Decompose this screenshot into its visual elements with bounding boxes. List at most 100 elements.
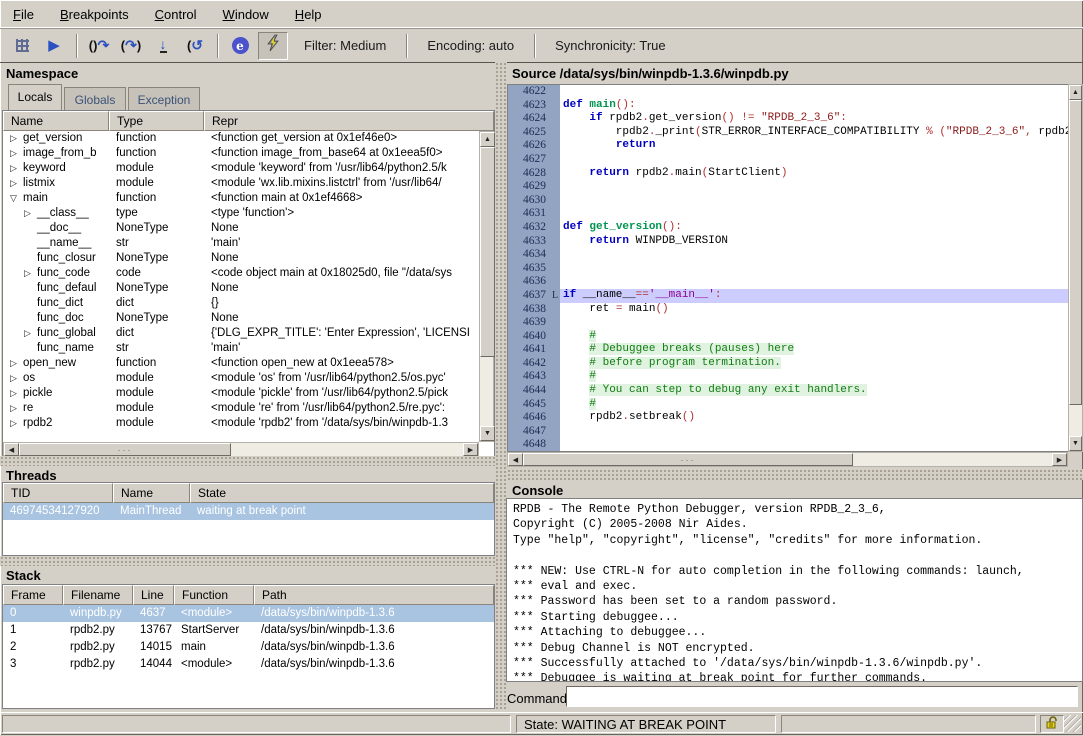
source-line[interactable]: 4634	[508, 248, 1082, 262]
namespace-row[interactable]: ▷func_globaldict{'DLG_EXPR_TITLE': 'Ente…	[3, 326, 479, 341]
tree-expander-icon[interactable]: ▽	[10, 193, 23, 204]
tree-expander-icon[interactable]: ▷	[10, 388, 23, 399]
source-line[interactable]: 4629	[508, 180, 1082, 194]
stack-list[interactable]: 0winpdb.py4637<module>/data/sys/bin/winp…	[3, 605, 494, 673]
scroll-up-icon[interactable]: ▲	[1069, 85, 1082, 100]
source-line[interactable]: 4624 if rpdb2.get_version() != "RPDB_2_3…	[508, 112, 1082, 126]
column-header-name[interactable]: Name	[3, 111, 109, 131]
tree-expander-icon[interactable]: ▷	[10, 148, 23, 159]
source-line[interactable]: 4622	[508, 85, 1082, 99]
source-line[interactable]: 4627	[508, 153, 1082, 167]
scroll-right-icon[interactable]: ▶	[1052, 453, 1067, 466]
source-line[interactable]: 4643 #	[508, 370, 1082, 384]
source-line[interactable]: 4640 #	[508, 330, 1082, 344]
column-header-type[interactable]: Type	[109, 111, 204, 131]
column-header-path[interactable]: Path	[254, 585, 494, 605]
namespace-row[interactable]: func_namestr'main'	[3, 341, 479, 356]
source-line[interactable]: 4642 # before program termination.	[508, 357, 1082, 371]
menu-item-control[interactable]: Control	[142, 7, 210, 22]
namespace-row[interactable]: ▷keywordmodule<module 'keyword' from '/u…	[3, 161, 479, 176]
namespace-row[interactable]: func_closurNoneTypeNone	[3, 251, 479, 266]
namespace-row[interactable]: ▷image_from_bfunction<function image_fro…	[3, 146, 479, 161]
tree-expander-icon[interactable]: ▷	[10, 163, 23, 174]
namespace-row[interactable]: func_dictdict{}	[3, 296, 479, 311]
source-line[interactable]: 4625 rpdb2._print(STR_ERROR_INTERFACE_CO…	[508, 126, 1082, 140]
tree-expander-icon[interactable]: ▷	[24, 328, 37, 339]
menu-item-file[interactable]: File	[0, 7, 47, 22]
namespace-row[interactable]: ▷rpdb2module<module 'rpdb2' from '/data/…	[3, 416, 479, 431]
hscroll-thumb[interactable]: ···	[19, 443, 231, 456]
tab-locals[interactable]: Locals	[8, 84, 62, 110]
source-console-splitter[interactable]	[507, 469, 1083, 480]
namespace-tree[interactable]: ▷get_versionfunction<function get_versio…	[3, 131, 479, 442]
tab-exception[interactable]: Exception	[128, 87, 200, 110]
vscroll-thumb[interactable]	[480, 147, 495, 357]
break-button[interactable]	[8, 33, 36, 59]
namespace-hscrollbar[interactable]: ◀ ··· ▶	[3, 442, 479, 457]
resize-grip[interactable]	[1064, 715, 1081, 732]
source-line[interactable]: 4637Lif __name__=='__main__':	[508, 289, 1082, 303]
step-into-button[interactable]: (↷)	[117, 33, 145, 59]
synchronicity-button[interactable]	[258, 32, 288, 60]
stack-frame-row[interactable]: 2rpdb2.py14015main/data/sys/bin/winpdb-1…	[3, 639, 494, 656]
threads-list[interactable]: 46974534127920MainThreadwaiting at break…	[3, 503, 494, 520]
source-line[interactable]: 4645 #	[508, 398, 1082, 412]
namespace-row[interactable]: ▷open_newfunction<function open_new at 0…	[3, 356, 479, 371]
goto-button[interactable]: (↺	[181, 33, 209, 59]
namespace-row[interactable]: ▷get_versionfunction<function get_versio…	[3, 131, 479, 146]
column-header-line[interactable]: Line	[133, 585, 174, 605]
column-header-state[interactable]: State	[190, 483, 494, 503]
hscroll-thumb[interactable]: ···	[523, 453, 853, 466]
tree-expander-icon[interactable]: ▷	[10, 403, 23, 414]
exception-button[interactable]: e	[226, 33, 254, 59]
column-header-frame[interactable]: Frame	[3, 585, 63, 605]
unlocked-padlock-icon[interactable]	[1045, 716, 1059, 733]
source-line[interactable]: 4635	[508, 262, 1082, 276]
stack-frame-row[interactable]: 3rpdb2.py14044<module>/data/sys/bin/winp…	[3, 656, 494, 673]
source-line[interactable]: 4630	[508, 194, 1082, 208]
tree-expander-icon[interactable]: ▷	[10, 178, 23, 189]
next-button[interactable]: ()↷	[85, 33, 113, 59]
scroll-left-icon[interactable]: ◀	[4, 443, 19, 456]
namespace-row[interactable]: ▽mainfunction<function main at 0x1ef4668…	[3, 191, 479, 206]
source-line[interactable]: 4639	[508, 316, 1082, 330]
menu-item-window[interactable]: Window	[210, 7, 282, 22]
namespace-row[interactable]: __name__str'main'	[3, 236, 479, 251]
source-line[interactable]: 4648	[508, 438, 1082, 452]
scroll-left-icon[interactable]: ◀	[508, 453, 523, 466]
column-header-repr[interactable]: Repr	[204, 111, 494, 131]
menu-item-breakpoints[interactable]: Breakpoints	[47, 7, 142, 22]
namespace-row[interactable]: func_docNoneTypeNone	[3, 311, 479, 326]
namespace-row[interactable]: ▷remodule<module 're' from '/usr/lib64/p…	[3, 401, 479, 416]
source-vscrollbar[interactable]: ▲ ▼	[1068, 84, 1083, 452]
stack-frame-row[interactable]: 0winpdb.py4637<module>/data/sys/bin/winp…	[3, 605, 494, 622]
tree-expander-icon[interactable]: ▷	[10, 358, 23, 369]
scroll-down-icon[interactable]: ▼	[1069, 436, 1082, 451]
column-header-function[interactable]: Function	[174, 585, 254, 605]
namespace-vscrollbar[interactable]: ▲ ▼	[479, 131, 494, 442]
tree-expander-icon[interactable]: ▷	[10, 133, 23, 144]
source-line[interactable]: 4623def main():	[508, 99, 1082, 113]
namespace-row[interactable]: ▷__class__type<type 'function'>	[3, 206, 479, 221]
tree-expander-icon[interactable]: ▷	[10, 418, 23, 429]
tab-globals[interactable]: Globals	[64, 87, 126, 110]
namespace-row[interactable]: ▷listmixmodule<module 'wx.lib.mixins.lis…	[3, 176, 479, 191]
source-line[interactable]: 4628 return rpdb2.main(StartClient)	[508, 167, 1082, 181]
source-line[interactable]: 4636	[508, 275, 1082, 289]
source-line[interactable]: 4632def get_version():	[508, 221, 1082, 235]
tree-expander-icon[interactable]: ▷	[10, 373, 23, 384]
stack-frame-row[interactable]: 1rpdb2.py13767StartServer/data/sys/bin/w…	[3, 622, 494, 639]
source-hscrollbar[interactable]: ◀ ··· ▶	[507, 452, 1068, 467]
source-line[interactable]: 4646 rpdb2.setbreak()	[508, 411, 1082, 425]
source-line[interactable]: 4626 return	[508, 139, 1082, 153]
namespace-threads-splitter[interactable]	[0, 456, 495, 466]
namespace-row[interactable]: ▷func_codecode<code object main at 0x180…	[3, 266, 479, 281]
namespace-row[interactable]: func_defaulNoneTypeNone	[3, 281, 479, 296]
console-output[interactable]: RPDB - The Remote Python Debugger, versi…	[506, 498, 1083, 682]
return-button[interactable]: ↓	[149, 33, 177, 59]
source-line[interactable]: 4633 return WINPDB_VERSION	[508, 235, 1082, 249]
threads-stack-splitter[interactable]	[0, 556, 495, 566]
thread-row[interactable]: 46974534127920MainThreadwaiting at break…	[3, 503, 494, 520]
command-input[interactable]	[566, 686, 1078, 707]
scroll-right-icon[interactable]: ▶	[463, 443, 478, 456]
